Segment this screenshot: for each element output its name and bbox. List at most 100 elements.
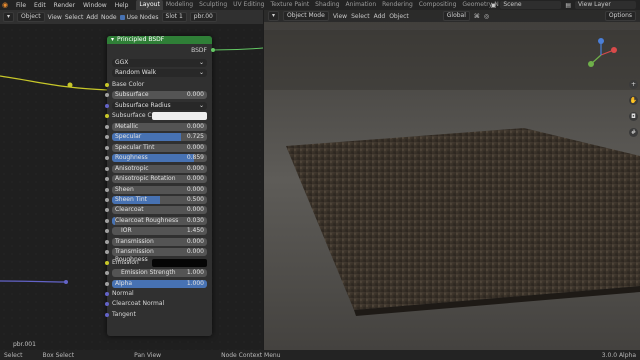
subsurface-method-dropdown[interactable]: Random Walk ⌄: [112, 69, 207, 77]
input-emission-strength-slider[interactable]: Emission Strength 1.000: [105, 269, 207, 278]
input-value: 0.000: [186, 143, 204, 151]
clearcoat-socket[interactable]: [105, 208, 109, 213]
scene-selector[interactable]: Scene: [500, 1, 562, 9]
principled-bsdf-node[interactable]: ▾ Principled BSDF BSDF GGX ⌄ Random Walk ⌄…: [13, 36, 215, 348]
input-subsurface-co[interactable]: Subsurface Co...: [105, 112, 207, 121]
shader-node-editor[interactable]: ▾ Object View Select Add Node Use Nodes …: [0, 10, 263, 350]
menu-help[interactable]: Help: [111, 2, 133, 9]
input-anisotropic-slider[interactable]: Anisotropic 0.000: [105, 164, 207, 173]
normal-socket[interactable]: [105, 292, 109, 296]
version-label: 3.0.0 Alpha: [601, 351, 636, 359]
blender-logo-icon[interactable]: ◉: [0, 0, 10, 10]
input-tangent: Tangent: [105, 311, 207, 319]
input-emission[interactable]: Emission: [105, 258, 207, 267]
input-transmission-roughness-slider[interactable]: Transmission Roughness 0.000: [105, 248, 207, 263]
view-layer-selector[interactable]: View Layer: [575, 1, 636, 9]
pan-hand-icon[interactable]: ✋: [629, 96, 638, 105]
y-axis-icon[interactable]: [588, 61, 594, 67]
alpha-socket[interactable]: [105, 281, 109, 286]
menu-file[interactable]: File: [12, 2, 30, 9]
proportional-edit-icon[interactable]: ◎: [484, 13, 489, 20]
menu-window[interactable]: Window: [79, 2, 111, 9]
input-roughness-slider[interactable]: Roughness 0.859: [105, 154, 207, 163]
x-axis-icon[interactable]: [611, 47, 617, 53]
input-transmission-slider[interactable]: Transmission 0.000: [105, 237, 207, 246]
bsdf-output-link: [211, 47, 263, 51]
zoom-icon[interactable]: +: [629, 80, 638, 89]
input-subsurface-radius[interactable]: Subsurface Radius ⌄: [105, 101, 207, 110]
viewport-header: ▾ Object Mode View Select Add Object Glo…: [264, 10, 640, 22]
sheen-tint-socket[interactable]: [105, 197, 109, 202]
view-menu[interactable]: View: [333, 13, 347, 20]
input-ior-slider[interactable]: IOR 1.450: [105, 227, 207, 236]
options-dropdown[interactable]: Options: [604, 11, 636, 21]
subsurface-co-socket[interactable]: [105, 114, 109, 119]
navigation-gizmo[interactable]: [584, 38, 618, 72]
tab-compositing[interactable]: Compositing: [416, 0, 460, 10]
transform-orientation-dropdown[interactable]: Global: [442, 11, 470, 21]
tangent-socket[interactable]: [105, 312, 109, 317]
emission-strength-socket[interactable]: [105, 271, 109, 276]
input-subsurface-slider[interactable]: Subsurface 0.000: [105, 91, 207, 100]
anisotropic-socket[interactable]: [105, 166, 109, 171]
collapse-chevron-icon[interactable]: ▾: [111, 36, 114, 44]
add-menu[interactable]: Add: [374, 13, 386, 20]
editor-type-dropdown[interactable]: ▾: [268, 11, 280, 21]
clearcoat-roughness-socket[interactable]: [105, 218, 109, 223]
input-specular-slider[interactable]: Specular 0.725: [105, 133, 207, 142]
tab-layout[interactable]: Layout: [136, 0, 163, 10]
input-label: Emission Strength: [121, 269, 176, 277]
subsurface-co-color-swatch[interactable]: [152, 112, 207, 121]
tab-texture-paint[interactable]: Texture Paint: [267, 0, 312, 10]
ior-socket[interactable]: [105, 229, 109, 234]
scene-icon: ▣: [490, 1, 497, 9]
clearcoat-normal-socket[interactable]: [105, 302, 109, 307]
anisotropic-rotation-socket[interactable]: [105, 177, 109, 182]
3d-viewport[interactable]: ▾ Object Mode View Select Add Object Glo…: [264, 10, 640, 350]
input-label: Specular Tint: [115, 143, 155, 151]
mode-dropdown[interactable]: Object Mode: [283, 11, 329, 21]
input-metallic-slider[interactable]: Metallic 0.000: [105, 122, 207, 131]
tab-rendering[interactable]: Rendering: [379, 0, 416, 10]
emission-color-swatch[interactable]: [152, 258, 207, 267]
subsurface-socket[interactable]: [105, 93, 109, 98]
tab-animation[interactable]: Animation: [343, 0, 380, 10]
camera-icon[interactable]: ◘: [629, 112, 638, 121]
bsdf-output-socket[interactable]: [211, 48, 215, 52]
specular-tint-socket[interactable]: [105, 145, 109, 150]
tab-shading[interactable]: Shading: [312, 0, 342, 10]
roughness-socket[interactable]: [105, 156, 109, 161]
input-sheen-slider[interactable]: Sheen 0.000: [105, 185, 207, 194]
specular-socket[interactable]: [105, 135, 109, 140]
sheen-socket[interactable]: [105, 187, 109, 192]
transmission-roughness-socket[interactable]: [105, 250, 109, 255]
menu-edit[interactable]: Edit: [30, 2, 50, 9]
tab-uv-editing[interactable]: UV Editing: [230, 0, 267, 10]
select-menu[interactable]: Select: [351, 13, 370, 20]
input-clearcoat-slider[interactable]: Clearcoat 0.000: [105, 206, 207, 215]
input-alpha-slider[interactable]: Alpha 1.000: [105, 279, 207, 288]
reroute-node[interactable]: [67, 82, 73, 88]
input-specular-tint-slider[interactable]: Specular Tint 0.000: [105, 143, 207, 152]
transmission-socket[interactable]: [105, 239, 109, 244]
menu-render[interactable]: Render: [50, 2, 79, 9]
status-bar: Select Box Select Pan View Node Context …: [0, 350, 640, 360]
subsurface-radius-socket[interactable]: [105, 103, 109, 108]
input-sheen-tint-slider[interactable]: Sheen Tint 0.500: [105, 195, 207, 204]
metallic-socket[interactable]: [105, 124, 109, 129]
distribution-dropdown[interactable]: GGX ⌄: [112, 59, 207, 67]
bsdf-output-label: BSDF: [191, 47, 207, 54]
tab-sculpting[interactable]: Sculpting: [196, 0, 230, 10]
snap-icon[interactable]: ⌘: [474, 13, 480, 20]
input-anisotropic-rotation-slider[interactable]: Anisotropic Rotation 0.000: [105, 175, 207, 184]
tab-modeling[interactable]: Modeling: [163, 0, 196, 10]
input-label: Emission: [112, 258, 139, 266]
grid-icon[interactable]: #: [629, 128, 638, 137]
emission-socket[interactable]: [105, 260, 109, 265]
base-color-socket[interactable]: [105, 83, 109, 87]
z-axis-icon[interactable]: [598, 38, 604, 44]
normal-reroute-node[interactable]: [64, 280, 68, 284]
node-header[interactable]: ▾ Principled BSDF: [107, 36, 212, 44]
object-menu[interactable]: Object: [389, 13, 409, 20]
input-clearcoat-roughness-slider[interactable]: Clearcoat Roughness 0.030: [105, 216, 207, 225]
